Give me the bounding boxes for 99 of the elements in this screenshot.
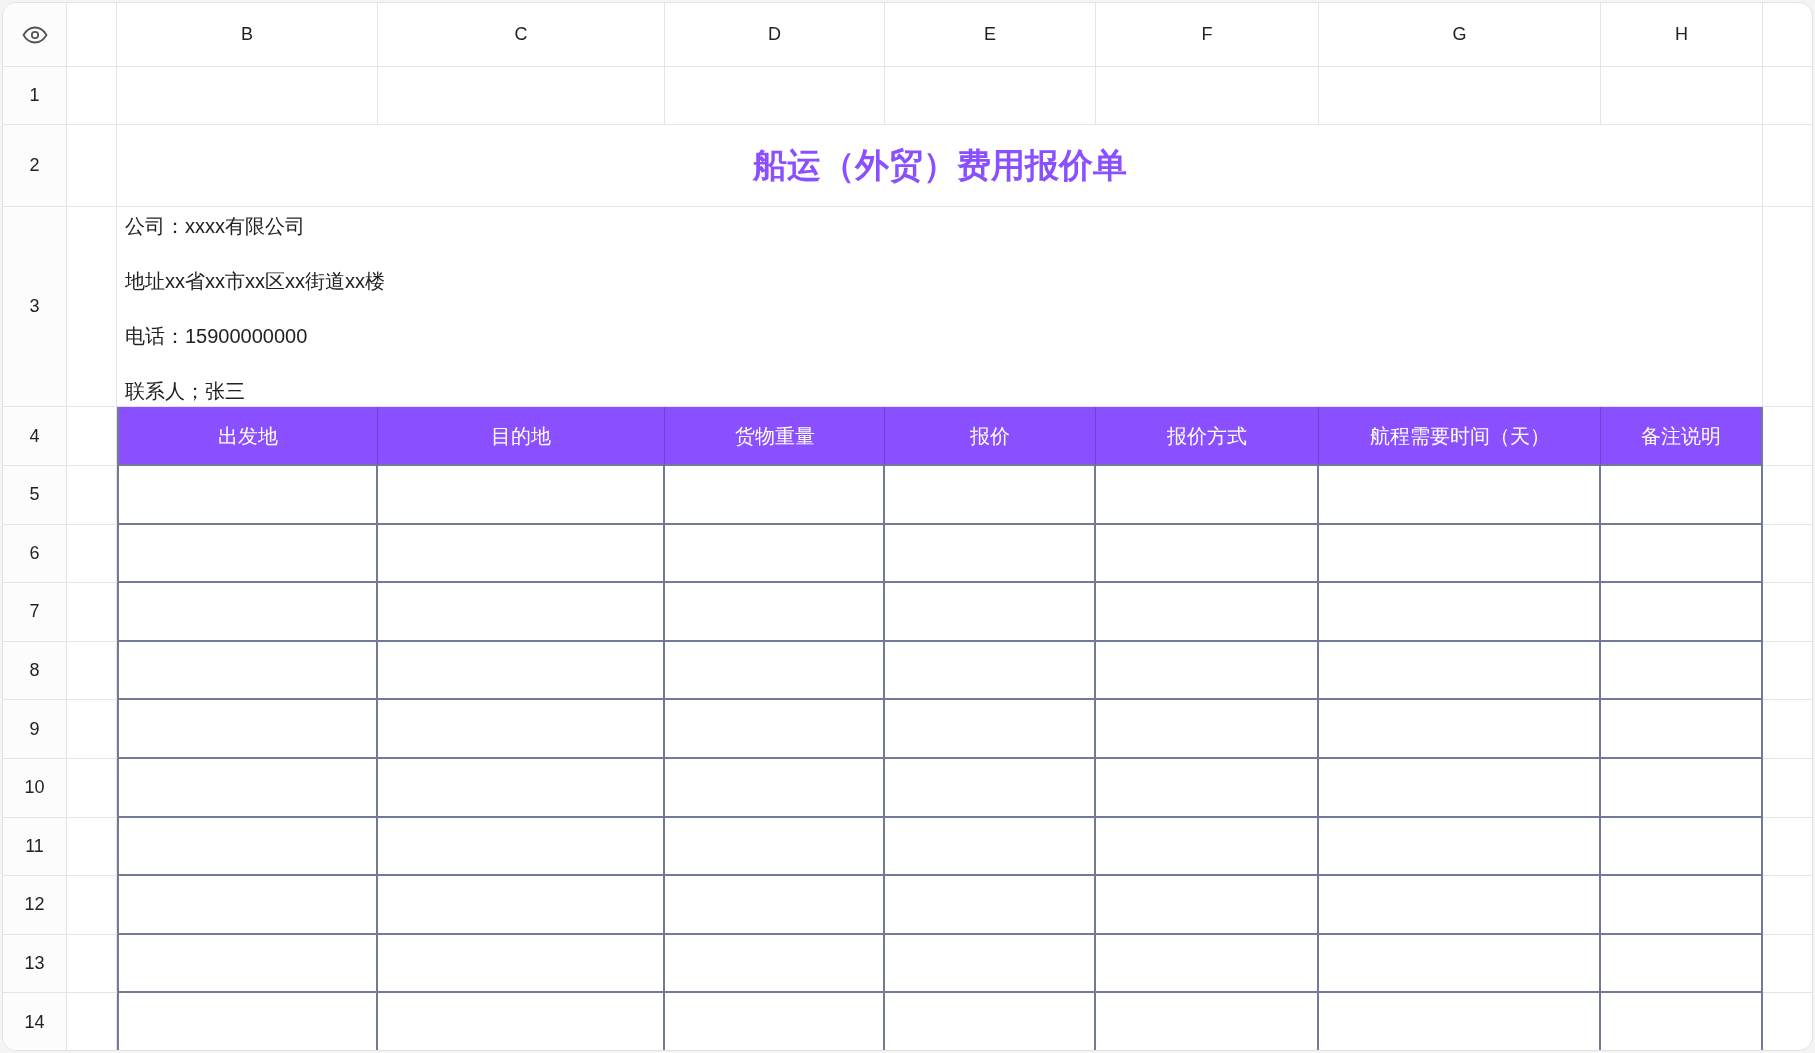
row-header[interactable]: 10 bbox=[3, 758, 67, 818]
sheet-cell[interactable] bbox=[1319, 700, 1601, 759]
sheet-cell[interactable] bbox=[1601, 641, 1763, 701]
row-header[interactable]: 1 bbox=[3, 67, 67, 125]
sheet-cell[interactable] bbox=[117, 524, 378, 584]
sheet-cell[interactable] bbox=[378, 876, 665, 935]
sheet-cell[interactable] bbox=[378, 758, 665, 818]
sheet-cell[interactable] bbox=[117, 993, 378, 1050]
row-header[interactable]: 3 bbox=[3, 207, 67, 407]
column-header[interactable]: B bbox=[117, 3, 378, 67]
row-header[interactable]: 6 bbox=[3, 524, 67, 584]
sheet-cell[interactable] bbox=[117, 876, 378, 935]
sheet-cell[interactable] bbox=[885, 700, 1096, 759]
sheet-cell[interactable] bbox=[665, 934, 885, 994]
column-header[interactable]: F bbox=[1096, 3, 1319, 67]
sheet-cell[interactable] bbox=[1096, 817, 1319, 877]
sheet-cell[interactable] bbox=[885, 758, 1096, 818]
sheet-cell[interactable] bbox=[378, 583, 665, 642]
sheet-cell[interactable] bbox=[1601, 583, 1763, 642]
sheet-cell[interactable] bbox=[665, 524, 885, 584]
sheet-cell[interactable] bbox=[1319, 876, 1601, 935]
sheet-cell[interactable] bbox=[117, 758, 378, 818]
sheet-cell[interactable] bbox=[1096, 758, 1319, 818]
sheet-cell[interactable] bbox=[1601, 876, 1763, 935]
sheet-cell[interactable] bbox=[665, 466, 885, 525]
table-header-cell: 备注说明 bbox=[1601, 407, 1763, 466]
sheet-title: 船运（外贸）费用报价单 bbox=[752, 145, 1127, 186]
eye-icon[interactable] bbox=[21, 25, 48, 44]
sheet-cell[interactable] bbox=[1096, 700, 1319, 759]
sheet-cell[interactable] bbox=[1601, 817, 1763, 877]
sheet-cell[interactable] bbox=[1601, 466, 1763, 525]
info-line: 地址xx省xx市xx区xx街道xx楼 bbox=[125, 269, 385, 294]
row-header[interactable]: 12 bbox=[3, 876, 67, 935]
info-line: 电话：15900000000 bbox=[125, 324, 308, 349]
sheet-cell[interactable] bbox=[665, 700, 885, 759]
sheet-cell[interactable] bbox=[665, 876, 885, 935]
sheet-cell[interactable] bbox=[1319, 466, 1601, 525]
row-header[interactable]: 13 bbox=[3, 934, 67, 994]
sheet-cell[interactable] bbox=[1096, 641, 1319, 701]
sheet-cell[interactable] bbox=[117, 641, 378, 701]
sheet-cell[interactable] bbox=[1096, 524, 1319, 584]
row-header[interactable]: 9 bbox=[3, 700, 67, 759]
sheet-cell[interactable] bbox=[378, 641, 665, 701]
sheet-cell[interactable] bbox=[665, 817, 885, 877]
sheet-cell[interactable] bbox=[1319, 524, 1601, 584]
column-header[interactable]: C bbox=[378, 3, 665, 67]
sheet-cell[interactable] bbox=[885, 817, 1096, 877]
sheet-cell[interactable] bbox=[885, 524, 1096, 584]
sheet-cell[interactable] bbox=[378, 524, 665, 584]
column-header[interactable]: G bbox=[1319, 3, 1601, 67]
row-header[interactable]: 2 bbox=[3, 125, 67, 207]
sheet-cell[interactable] bbox=[1096, 466, 1319, 525]
sheet-cell[interactable] bbox=[117, 700, 378, 759]
sheet-cell[interactable] bbox=[1601, 524, 1763, 584]
sheet-cell[interactable] bbox=[1319, 641, 1601, 701]
sheet-cell[interactable] bbox=[117, 583, 378, 642]
table-header-cell: 报价方式 bbox=[1096, 407, 1319, 466]
sheet-cell[interactable] bbox=[1096, 583, 1319, 642]
sheet-cell[interactable] bbox=[1319, 934, 1601, 994]
sheet-cell[interactable] bbox=[1601, 934, 1763, 994]
sheet-cell[interactable] bbox=[1096, 876, 1319, 935]
sheet-cell[interactable] bbox=[665, 758, 885, 818]
info-line: 公司：xxxx有限公司 bbox=[125, 214, 305, 239]
sheet-cell[interactable] bbox=[117, 934, 378, 994]
sheet-cell[interactable] bbox=[1601, 758, 1763, 818]
sheet-cell[interactable] bbox=[665, 641, 885, 701]
table-header-cell: 货物重量 bbox=[665, 407, 885, 466]
column-header[interactable]: E bbox=[885, 3, 1096, 67]
table-header-cell: 航程需要时间（天） bbox=[1319, 407, 1601, 466]
sheet-cell[interactable] bbox=[885, 583, 1096, 642]
sheet-cell[interactable] bbox=[378, 817, 665, 877]
sheet-cell[interactable] bbox=[117, 466, 378, 525]
sheet-cell[interactable] bbox=[885, 876, 1096, 935]
row-header[interactable]: 14 bbox=[3, 993, 67, 1050]
sheet-cell[interactable] bbox=[117, 817, 378, 877]
table-header-cell: 报价 bbox=[885, 407, 1096, 466]
sheet-cell[interactable] bbox=[378, 700, 665, 759]
sheet-cell[interactable] bbox=[885, 934, 1096, 994]
sheet-cell[interactable] bbox=[665, 583, 885, 642]
row-header[interactable]: 4 bbox=[3, 407, 67, 466]
row-header[interactable]: 11 bbox=[3, 817, 67, 877]
sheet-cell[interactable] bbox=[885, 641, 1096, 701]
sheet-cell[interactable] bbox=[1319, 758, 1601, 818]
sheet-cell[interactable] bbox=[1096, 934, 1319, 994]
info-line: 联系人；张三 bbox=[125, 379, 245, 404]
sheet-cell[interactable] bbox=[885, 466, 1096, 525]
column-header[interactable]: D bbox=[665, 3, 885, 67]
sheet-cell[interactable] bbox=[1601, 700, 1763, 759]
sheet-cell[interactable] bbox=[378, 466, 665, 525]
sheet-cell[interactable]: 船运（外贸）费用报价单 bbox=[117, 125, 1763, 207]
sheet-cell[interactable] bbox=[378, 934, 665, 994]
table-header-cell: 目的地 bbox=[378, 407, 665, 466]
sheet-cell[interactable] bbox=[1319, 583, 1601, 642]
column-header[interactable]: H bbox=[1601, 3, 1763, 67]
row-header[interactable]: 5 bbox=[3, 466, 67, 525]
row-header[interactable]: 8 bbox=[3, 641, 67, 701]
sheet-cell[interactable] bbox=[1319, 817, 1601, 877]
table-header-cell: 出发地 bbox=[117, 407, 378, 466]
row-header[interactable]: 7 bbox=[3, 583, 67, 642]
